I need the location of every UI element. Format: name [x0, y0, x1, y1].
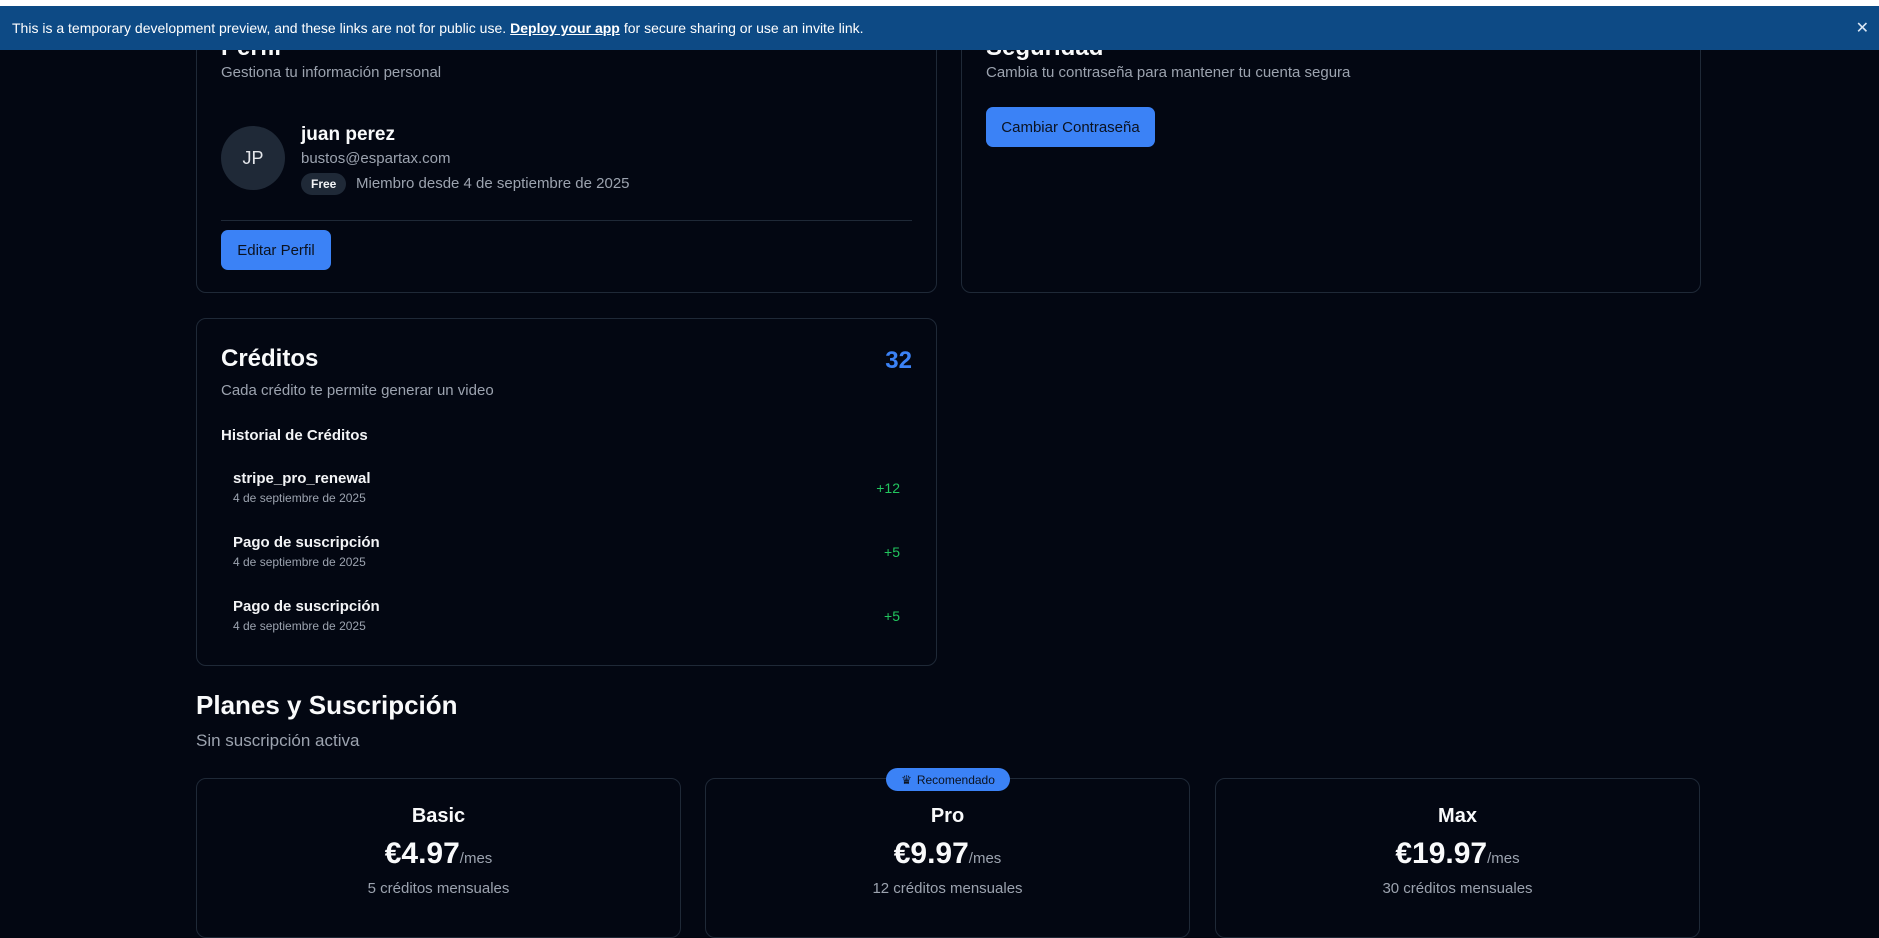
- credits-title: Créditos: [221, 345, 319, 372]
- history-item-name: Pago de suscripción: [233, 534, 380, 551]
- plan-price: €4.97/mes: [197, 837, 680, 871]
- plan-badge: Free: [301, 173, 347, 195]
- crown-icon: ♛: [901, 772, 912, 787]
- plan-name: Max: [1438, 805, 1477, 827]
- security-card: Seguridad Cambia tu contraseña para mant…: [961, 15, 1701, 293]
- history-item-amount: +5: [884, 544, 900, 560]
- banner-text: This is a temporary development preview,…: [12, 20, 507, 36]
- avatar-initials: JP: [242, 147, 264, 168]
- profile-card: Perfil Gestiona tu información personal …: [196, 15, 937, 293]
- plan-price-period: /mes: [1487, 850, 1520, 867]
- avatar: JP: [221, 126, 285, 190]
- change-password-button[interactable]: Cambiar Contraseña: [986, 107, 1155, 147]
- close-icon[interactable]: ✕: [1856, 18, 1869, 38]
- list-item: Pago de suscripción 4 de septiembre de 2…: [233, 598, 900, 638]
- history-item-amount: +5: [884, 608, 900, 624]
- credits-subtitle: Cada crédito te permite generar un video: [221, 382, 494, 399]
- plan-price-amount: €19.97: [1395, 837, 1488, 870]
- edit-profile-button[interactable]: Editar Perfil: [221, 230, 331, 270]
- history-title: Historial de Créditos: [221, 427, 368, 444]
- member-since: Miembro desde 4 de septiembre de 2025: [356, 175, 630, 192]
- history-item-name: Pago de suscripción: [233, 598, 380, 615]
- plan-card-max[interactable]: Max €19.97/mes 30 créditos mensuales: [1215, 778, 1700, 938]
- divider: [221, 220, 912, 221]
- preview-banner: This is a temporary development preview,…: [0, 6, 1879, 50]
- profile-subtitle: Gestiona tu información personal: [221, 64, 442, 81]
- user-name: juan perez: [301, 124, 395, 145]
- user-email: bustos@espartax.com: [301, 150, 451, 167]
- plan-name: Basic: [411, 805, 466, 827]
- plan-price-period: /mes: [968, 850, 1002, 867]
- plan-price-period: /mes: [459, 850, 493, 867]
- plan-price: €19.97/mes: [1216, 837, 1699, 871]
- plan-card-basic[interactable]: Basic €4.97/mes 5 créditos mensuales: [196, 778, 681, 938]
- history-item-amount: +12: [876, 480, 900, 496]
- plan-name: Pro: [930, 805, 965, 827]
- plan-credits: 12 créditos mensuales: [872, 880, 1023, 897]
- plan-credits: 30 créditos mensuales: [1382, 880, 1533, 897]
- plan-credits: 5 créditos mensuales: [367, 880, 510, 897]
- deploy-app-link[interactable]: Deploy your app: [510, 20, 620, 36]
- plan-card-pro[interactable]: Pro €9.97/mes 12 créditos mensuales: [705, 778, 1190, 938]
- plans-subtitle: Sin suscripción activa: [196, 731, 360, 750]
- plan-price-amount: €4.97: [384, 837, 460, 870]
- history-item-date: 4 de septiembre de 2025: [233, 555, 366, 569]
- plan-price-amount: €9.97: [893, 837, 969, 870]
- list-item: stripe_pro_renewal 4 de septiembre de 20…: [233, 470, 900, 510]
- banner-text-after: for secure sharing or use an invite link…: [623, 20, 864, 36]
- credits-card: Créditos 32 Cada crédito te permite gene…: [196, 318, 937, 666]
- security-subtitle: Cambia tu contraseña para mantener tu cu…: [986, 64, 1351, 81]
- recommended-label: Recomendado: [916, 772, 995, 787]
- recommended-badge: ♛ Recomendado: [886, 768, 1010, 791]
- list-item: Pago de suscripción 4 de septiembre de 2…: [233, 534, 900, 574]
- history-item-name: stripe_pro_renewal: [233, 470, 371, 487]
- plan-price: €9.97/mes: [706, 837, 1189, 871]
- history-item-date: 4 de septiembre de 2025: [233, 619, 366, 633]
- credits-count: 32: [885, 347, 912, 374]
- plans-title: Planes y Suscripción: [196, 690, 458, 720]
- history-item-date: 4 de septiembre de 2025: [233, 491, 366, 505]
